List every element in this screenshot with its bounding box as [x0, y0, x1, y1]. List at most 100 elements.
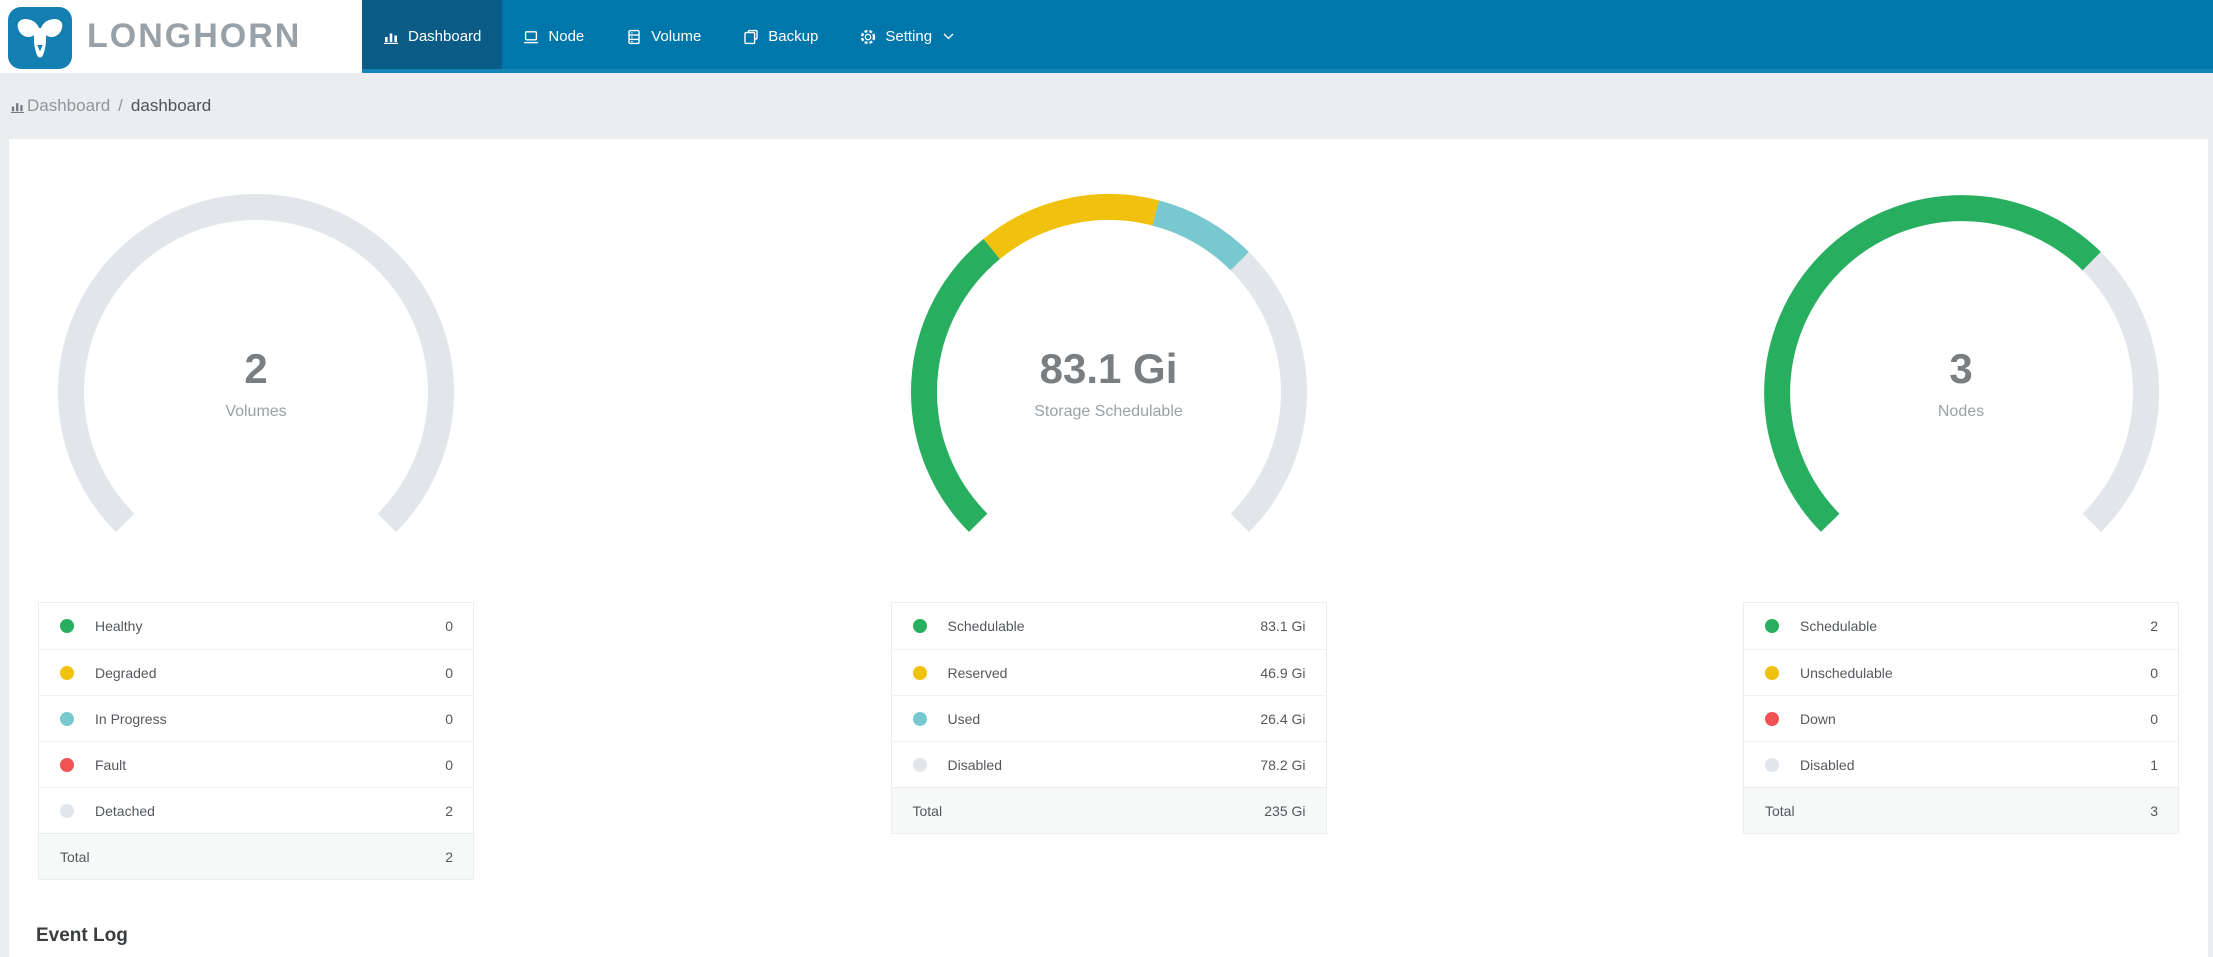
- legend-row: Degraded 0: [39, 649, 473, 695]
- legend-color-dot: [1765, 757, 1779, 772]
- legend-color-dot: [912, 665, 927, 680]
- storage-panel: 83.1 Gi Storage Schedulable Schedulable 8…: [862, 182, 1356, 880]
- legend-total-value: 3: [2150, 802, 2158, 819]
- main-nav: Dashboard Node Volume Backup Setting: [362, 0, 2213, 73]
- legend-color-dot: [1765, 619, 1779, 633]
- legend-color-dot: [1765, 665, 1779, 680]
- legend-row: Detached 2: [39, 787, 473, 833]
- legend-value: 26.4 Gi: [1260, 710, 1306, 727]
- storage-schedulable-value: 83.1 Gi: [1039, 345, 1178, 392]
- volumes-label: Volumes: [225, 403, 287, 420]
- nav-label: Volume: [651, 28, 702, 45]
- nav-item-backup[interactable]: Backup: [722, 0, 839, 73]
- legend-value: 2: [2150, 618, 2158, 634]
- chevron-down-icon: [943, 33, 954, 40]
- legend-value: 0: [445, 756, 453, 773]
- nav-label: Dashboard: [408, 28, 482, 45]
- legend-label: Detached: [95, 802, 155, 819]
- legend-color-dot: [1765, 711, 1779, 726]
- legend-value: 0: [445, 618, 453, 634]
- legend-row: Disabled 78.2 Gi: [891, 741, 1326, 787]
- laptop-icon: [524, 30, 539, 43]
- legend-value: 0: [445, 664, 453, 681]
- legend-row: In Progress 0: [39, 695, 473, 741]
- gauge-row: 2 Volumes Healthy 0 Degraded 0 In Progress 0 F…: [9, 182, 2208, 880]
- event-log-title: Event Log: [36, 925, 128, 946]
- legend-total-row: Total 235 Gi: [891, 787, 1326, 833]
- legend-total-row: Total 3: [1744, 787, 2178, 833]
- legend-total-value: 235 Gi: [1264, 802, 1306, 819]
- legend-row: Fault 0: [39, 741, 473, 787]
- storage-gauge: 83.1 Gi Storage Schedulable: [899, 182, 1319, 602]
- breadcrumb-separator: /: [118, 96, 123, 115]
- nodes-label: Nodes: [1937, 403, 1985, 420]
- legend-label: Down: [1800, 710, 1836, 727]
- legend-label: Reserved: [947, 664, 1008, 681]
- legend-row: Down 0: [1744, 695, 2178, 741]
- legend-value: 0: [445, 710, 453, 727]
- gear-icon: [861, 29, 876, 44]
- logo-link[interactable]: LONGHORN: [0, 0, 362, 73]
- legend-value: 0: [2150, 710, 2158, 727]
- nodes-gauge: 3 Nodes: [1751, 182, 2171, 602]
- legend-color-dot: [912, 711, 927, 726]
- breadcrumb-current: dashboard: [130, 96, 212, 115]
- legend-label: Schedulable: [947, 618, 1025, 634]
- legend-color-dot: [912, 757, 927, 772]
- legend-value: 1: [2150, 756, 2158, 773]
- nav-label: Setting: [885, 28, 933, 45]
- legend-total-label: Total: [60, 848, 90, 865]
- legend-value: 2: [445, 802, 453, 819]
- nav-item-node[interactable]: Node: [502, 0, 605, 73]
- dashboard-breadcrumb-icon: [10, 99, 25, 114]
- gauge-center: 83.1 Gi Storage Schedulable: [899, 345, 1319, 421]
- legend-label: In Progress: [95, 710, 167, 727]
- legend-label: Unschedulable: [1800, 664, 1893, 681]
- legend-label: Degraded: [95, 664, 157, 681]
- volumes-gauge: 2 Volumes: [46, 182, 466, 602]
- legend-label: Healthy: [95, 618, 143, 634]
- gauge-segment: [982, 194, 1159, 260]
- legend-row: Healthy 0: [39, 603, 473, 649]
- nav-label: Node: [548, 28, 585, 45]
- gauge-center: 3 Nodes: [1751, 345, 2171, 421]
- storage-schedulable-label: Storage Schedulable: [1034, 403, 1183, 420]
- legend-color-dot: [60, 757, 74, 772]
- legend-total-value: 2: [445, 848, 453, 865]
- breadcrumb-root-link[interactable]: Dashboard: [27, 96, 110, 116]
- dashboard-card: 2 Volumes Healthy 0 Degraded 0 In Progress 0 F…: [9, 139, 2208, 957]
- legend-label: Used: [947, 710, 981, 727]
- brand-text: LONGHORN: [87, 17, 302, 55]
- legend-value: 0: [2150, 664, 2158, 681]
- nav-item-volume[interactable]: Volume: [605, 0, 722, 73]
- nodes-panel: 3 Nodes Schedulable 2 Unschedulable 0 Down 0 D…: [1714, 182, 2208, 880]
- legend-total-label: Total: [1765, 802, 1795, 819]
- app-header: LONGHORN Dashboard Node Volume Backup Se…: [0, 0, 2213, 73]
- legend-row: Unschedulable 0: [1744, 649, 2178, 695]
- legend-row: Reserved 46.9 Gi: [891, 649, 1326, 695]
- legend-total-row: Total 2: [39, 833, 473, 879]
- longhorn-logo-icon: [8, 6, 72, 69]
- legend-row: Used 26.4 Gi: [891, 695, 1326, 741]
- gauge-center: 2 Volumes: [46, 345, 466, 421]
- breadcrumb: Dashboard / dashboard: [0, 73, 2213, 139]
- legend-color-dot: [60, 711, 74, 726]
- legend-row: Schedulable 83.1 Gi: [892, 603, 1326, 649]
- legend-row: Disabled 1: [1744, 741, 2178, 787]
- volumes-count: 2: [244, 345, 268, 392]
- storage-legend-table: Schedulable 83.1 Gi Reserved 46.9 Gi Used 26.…: [890, 602, 1327, 834]
- nodes-count: 3: [1949, 345, 1973, 392]
- legend-total-label: Total: [912, 802, 943, 819]
- legend-label: Fault: [95, 756, 127, 773]
- nav-item-setting[interactable]: Setting: [839, 0, 975, 73]
- copy-icon: [744, 29, 758, 44]
- volumes-legend-table: Healthy 0 Degraded 0 In Progress 0 Fault 0 Detac…: [38, 602, 474, 880]
- legend-label: Schedulable: [1800, 618, 1878, 634]
- nav-item-dashboard[interactable]: Dashboard: [362, 0, 503, 73]
- legend-value: 83.1 Gi: [1260, 618, 1306, 634]
- legend-row: Schedulable 2: [1744, 603, 2178, 649]
- legend-value: 78.2 Gi: [1260, 756, 1306, 773]
- legend-color-dot: [60, 803, 74, 818]
- database-icon: [628, 29, 640, 44]
- legend-label: Disabled: [947, 756, 1002, 773]
